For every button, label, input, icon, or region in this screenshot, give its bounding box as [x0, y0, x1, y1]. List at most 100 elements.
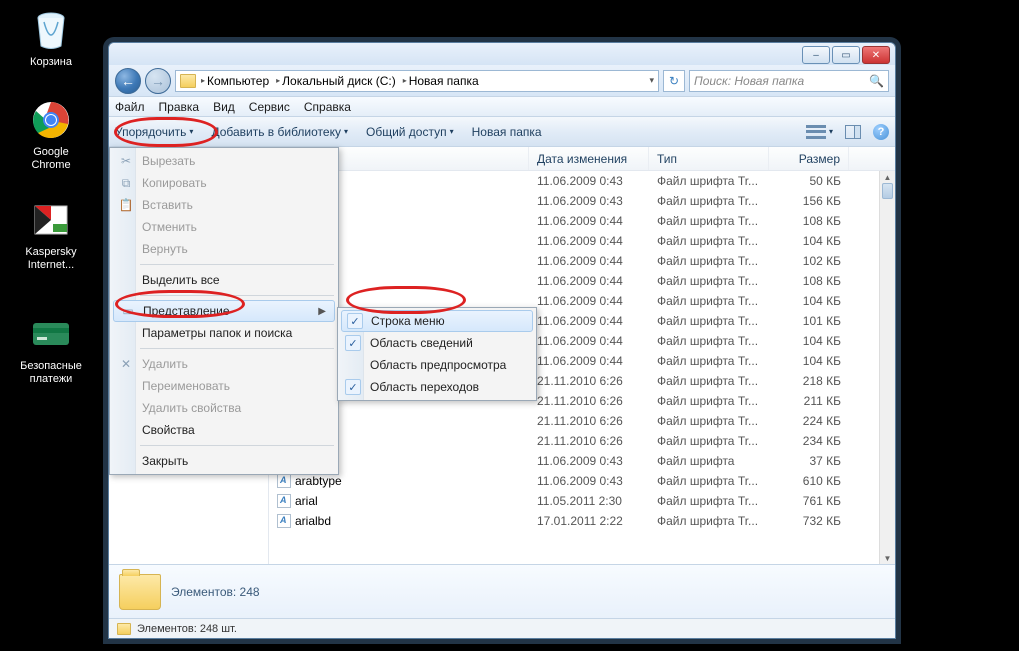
crumb[interactable]: Компьютер — [207, 74, 269, 88]
file-name: arabtype — [295, 474, 342, 488]
newfolder-button[interactable]: Новая папка — [472, 125, 542, 139]
submenu-item[interactable]: ✓Область переходов — [340, 376, 534, 398]
table-row[interactable]: arialbd 17.01.2011 2:22 Файл шрифта Tr..… — [269, 511, 895, 531]
help-icon[interactable]: ? — [873, 124, 889, 140]
file-date: 21.11.2010 6:26 — [529, 434, 649, 448]
scroll-up-icon[interactable]: ▲ — [880, 171, 895, 183]
check-icon: ✓ — [345, 379, 361, 395]
submenu-item-label: Область сведений — [370, 336, 473, 350]
font-file-icon — [277, 514, 291, 528]
file-type: Файл шрифта Tr... — [649, 314, 769, 328]
table-row[interactable]: 11.06.2009 0:44 Файл шрифта Tr... 104 КБ — [269, 231, 895, 251]
menu-item-label: Выделить все — [142, 273, 220, 287]
crumb[interactable]: Новая папка — [409, 74, 479, 88]
menu-item-label: Удалить — [142, 357, 188, 371]
file-size: 108 КБ — [769, 214, 849, 228]
desktop-icon-recycle-bin[interactable]: Корзина — [14, 6, 88, 69]
menu-item-icon — [118, 241, 134, 257]
file-date: 21.11.2010 6:26 — [529, 414, 649, 428]
menu-item[interactable]: Выделить все — [112, 269, 336, 291]
menu-item-icon — [118, 400, 134, 416]
file-type: Файл шрифта Tr... — [649, 394, 769, 408]
column-headers: Имя Дата изменения Тип Размер — [269, 147, 895, 171]
submenu-item[interactable]: ✓ Строка меню — [341, 310, 533, 332]
viewmode-button[interactable]: ▾ — [806, 125, 833, 139]
breadcrumb[interactable]: ▸Компьютер ▸Локальный диск (C:) ▸Новая п… — [175, 70, 659, 92]
scroll-thumb[interactable] — [882, 183, 893, 199]
file-size: 156 КБ — [769, 194, 849, 208]
menu-item[interactable]: Параметры папок и поиска — [112, 322, 336, 344]
file-size: 102 КБ — [769, 254, 849, 268]
back-button[interactable]: ← — [115, 68, 141, 94]
menu-item-label: Переименовать — [142, 379, 230, 393]
col-type[interactable]: Тип — [649, 147, 769, 170]
file-date: 11.06.2009 0:44 — [529, 314, 649, 328]
menu-item[interactable]: ▭Представление▶ — [113, 300, 335, 322]
file-date: 11.06.2009 0:43 — [529, 474, 649, 488]
menu-item: Вернуть — [112, 238, 336, 260]
desktop-label: Google Chrome — [14, 146, 88, 172]
refresh-button[interactable]: ↻ — [663, 70, 685, 92]
file-date: 21.11.2010 6:26 — [529, 394, 649, 408]
preview-pane-button[interactable] — [845, 125, 861, 139]
table-row[interactable]: arial 11.05.2011 2:30 Файл шрифта Tr... … — [269, 491, 895, 511]
address-bar: ← → ▸Компьютер ▸Локальный диск (C:) ▸Нов… — [109, 65, 895, 97]
folder-icon — [117, 623, 131, 635]
forward-button[interactable]: → — [145, 68, 171, 94]
organize-button[interactable]: Упорядочить▾ — [115, 125, 193, 139]
menu-service[interactable]: Сервис — [249, 100, 290, 114]
menu-help[interactable]: Справка — [304, 100, 351, 114]
desktop-icon-kaspersky[interactable]: Kaspersky Internet... — [14, 196, 88, 272]
menu-item-label: Вырезать — [142, 154, 195, 168]
submenu-item[interactable]: Область предпросмотра — [340, 354, 534, 376]
col-date[interactable]: Дата изменения — [529, 147, 649, 170]
table-row[interactable]: 21.11.2010 6:26 Файл шрифта Tr... 224 КБ — [269, 411, 895, 431]
close-button[interactable]: ✕ — [862, 46, 890, 64]
status-bar: Элементов: 248 шт. — [109, 618, 895, 638]
file-date: 11.06.2009 0:44 — [529, 254, 649, 268]
desktop-icon-safe-payments[interactable]: Безопасные платежи — [14, 310, 88, 386]
table-row[interactable]: 11.06.2009 0:44 Файл шрифта Tr... 102 КБ — [269, 251, 895, 271]
col-size[interactable]: Размер — [769, 147, 849, 170]
check-icon: ✓ — [347, 313, 363, 329]
menu-item: Переименовать — [112, 375, 336, 397]
share-button[interactable]: Общий доступ▾ — [366, 125, 454, 139]
crumb[interactable]: Локальный диск (C:) — [282, 74, 396, 88]
menu-item[interactable]: Свойства — [112, 419, 336, 441]
menu-item-icon: ⧉ — [118, 175, 134, 191]
table-row[interactable]: 21.11.2010 6:26 Файл шрифта Tr... 234 КБ — [269, 431, 895, 451]
menu-file[interactable]: Файл — [115, 100, 145, 114]
minimize-button[interactable]: – — [802, 46, 830, 64]
menu-item-icon — [118, 272, 134, 288]
file-size: 104 КБ — [769, 334, 849, 348]
file-size: 104 КБ — [769, 294, 849, 308]
table-row[interactable]: app866 11.06.2009 0:43 Файл шрифта 37 КБ — [269, 451, 895, 471]
table-row[interactable]: 11.06.2009 0:43 Файл шрифта Tr... 156 КБ — [269, 191, 895, 211]
file-type: Файл шрифта Tr... — [649, 274, 769, 288]
file-date: 11.06.2009 0:44 — [529, 334, 649, 348]
table-row[interactable]: 11.06.2009 0:43 Файл шрифта Tr... 50 КБ — [269, 171, 895, 191]
file-size: 37 КБ — [769, 454, 849, 468]
menu-item: ⧉Копировать — [112, 172, 336, 194]
vertical-scrollbar[interactable]: ▲ ▼ — [879, 171, 895, 564]
menu-item[interactable]: Закрыть — [112, 450, 336, 472]
desktop-icon-chrome[interactable]: Google Chrome — [14, 96, 88, 172]
table-row[interactable]: 11.06.2009 0:44 Файл шрифта Tr... 108 КБ — [269, 271, 895, 291]
submenu-item[interactable]: ✓Область сведений — [340, 332, 534, 354]
submenu-item-label: Строка меню — [371, 314, 445, 328]
menu-edit[interactable]: Правка — [159, 100, 200, 114]
viewmode-icon — [806, 125, 826, 139]
file-name: arial — [295, 494, 318, 508]
table-row[interactable]: 11.06.2009 0:44 Файл шрифта Tr... 108 КБ — [269, 211, 895, 231]
scroll-down-icon[interactable]: ▼ — [880, 552, 895, 564]
search-input[interactable]: Поиск: Новая папка 🔍 — [689, 70, 889, 92]
addlib-button[interactable]: Добавить в библиотеку▾ — [211, 125, 348, 139]
file-size: 50 КБ — [769, 174, 849, 188]
maximize-button[interactable]: ▭ — [832, 46, 860, 64]
menu-item-label: Отменить — [142, 220, 197, 234]
menu-view[interactable]: Вид — [213, 100, 235, 114]
font-file-icon — [277, 474, 291, 488]
table-row[interactable]: arabtype 11.06.2009 0:43 Файл шрифта Tr.… — [269, 471, 895, 491]
menu-item-icon — [118, 219, 134, 235]
file-date: 11.06.2009 0:43 — [529, 454, 649, 468]
